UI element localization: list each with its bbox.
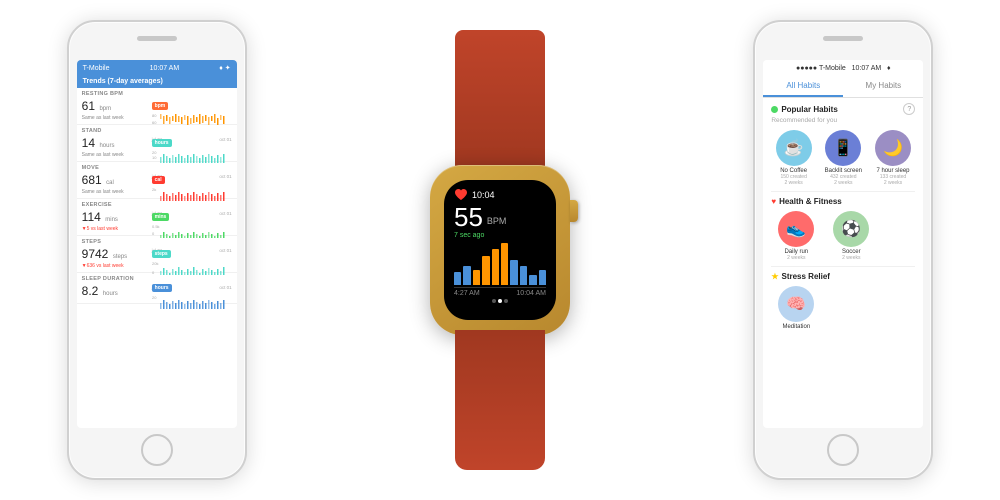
star-icon: ★ [771,272,778,281]
soccer-icon: ⚽ [841,219,861,239]
watch-bpm: 55 [454,204,483,230]
svg-text:20: 20 [152,295,157,300]
tab-all-habits[interactable]: All Habits [763,76,843,97]
habit-daily-run[interactable]: 👟 Daily run 2 weeks [771,211,821,261]
metric-chart-stand: hours 20 10 [152,131,232,155]
metric-value: 61 [82,99,95,113]
habit-7-hour-sleep[interactable]: 🌙 7 hour sleep 133 created 2 weeks [871,130,916,186]
watch-strap-bottom [455,330,545,470]
health-habits-grid: 👟 Daily run 2 weeks ⚽ Soccer 2 weeks [763,208,923,266]
habits-tabs[interactable]: All Habits My Habits [763,76,923,98]
right-phone-screen: ●●●●● T-Mobile 10:07 AM ♦ All Habits My … [763,60,923,428]
power-button [931,122,933,162]
right-phone: ●●●●● T-Mobile 10:07 AM ♦ All Habits My … [753,20,933,480]
metric-move: MOVE 681 cal Same as last week cal 2k [77,162,237,199]
carrier-label: T-Mobile [83,65,110,72]
watch-time-start: 4:27 AM [454,290,480,297]
status-icons: ♦ ✦ [219,64,230,72]
watch-body: 10:04 55 BPM 7 sec ago [430,165,570,335]
green-dot-icon [771,106,778,113]
popular-habits-sub: Recommended for you [763,117,923,127]
svg-text:60: 60 [152,120,157,125]
watch-bar [473,270,480,285]
heart-icon: ♥ [771,197,776,206]
svg-text:0: 0 [152,231,155,236]
volume-button [753,102,755,132]
watch-assembly: 10:04 55 BPM 7 sec ago [430,165,570,335]
svg-text:10: 10 [152,155,157,160]
left-phone: T-Mobile 10:07 AM ♦ ✦ Trends (7-day aver… [67,20,247,480]
heart-rate-icon [454,188,468,202]
metric-chart-steps: steps 20k 0 [152,242,232,266]
trends-header: Trends (7-day averages) [77,76,237,88]
no-coffee-icon: ☕ [784,138,804,158]
backlit-screen-icon: 📱 [833,138,853,158]
watch-bar [482,256,489,285]
popular-habits-header: Popular Habits ? [763,98,923,117]
metric-exercise: EXERCISE 114 mins ▼5 vs last week mins 0… [77,199,237,236]
watch-bar [520,266,527,285]
popular-habits-grid: ☕ No Coffee 150 created 2 weeks 📱 Backli… [763,127,923,191]
watch-sync-label: 7 sec ago [454,232,546,239]
watch-time: 10:04 [472,190,495,200]
metric-resting-bpm: RESTING BPM 61 bpm Same as last week bpm… [77,88,237,125]
watch-time-end: 10:04 AM [516,290,546,297]
watch-strap-top [455,30,545,170]
svg-text:80: 80 [152,113,157,118]
watch-bar [501,243,508,285]
habit-backlit-screen[interactable]: 📱 Backlit screen 432 created 2 weeks [821,130,866,186]
metric-chart-sleep: hours 20 [152,276,232,300]
status-bar-right: ●●●●● T-Mobile 10:07 AM ♦ [763,60,923,76]
power-button [245,122,247,162]
metric-steps: STEPS 9742 steps ▼636 vs last week steps… [77,236,237,273]
watch-bar [510,260,517,285]
time-label: 10:07 AM [150,65,180,72]
metric-sleep: SLEEP DURATION 8.2 hours hours 20 [77,273,237,304]
run-icon: 👟 [786,219,806,239]
tab-my-habits[interactable]: My Habits [843,76,923,97]
habit-meditation[interactable]: 🧠 Meditation [771,286,821,330]
stress-habits-grid: 🧠 Meditation [763,283,923,335]
watch-bar [529,275,536,286]
watch-bar [454,272,461,285]
metric-stand: STAND 14 hours Same as last week hours 2… [77,125,237,162]
status-bar: T-Mobile 10:07 AM ♦ ✦ [77,60,237,76]
watch-bpm-unit: BPM [487,216,507,226]
svg-text:2k: 2k [152,187,156,192]
meditation-icon: 🧠 [786,294,806,314]
watch-container: 10:04 55 BPM 7 sec ago [380,20,620,480]
svg-text:0: 0 [152,270,155,275]
health-fitness-header: ♥ Health & Fitness [763,192,923,208]
stress-relief-header: ★ Stress Relief [763,267,923,283]
popular-habits-title: Popular Habits [781,105,837,114]
svg-text:20k: 20k [152,261,158,266]
stress-relief-title: Stress Relief [781,272,829,281]
trends-title: Trends (7-day averages) [83,78,163,85]
svg-text:0.5k: 0.5k [152,224,160,229]
watch-bar [539,270,546,285]
watch-screen: 10:04 55 BPM 7 sec ago [444,180,556,320]
watch-bar [492,249,499,285]
health-fitness-title: Health & Fitness [779,197,842,206]
habit-no-coffee[interactable]: ☕ No Coffee 150 created 2 weeks [771,130,816,186]
metric-chart-bpm: bpm 80 60 [152,94,232,118]
metric-chart-exercise: mins 0.5k 0 [152,205,232,229]
habit-soccer[interactable]: ⚽ Soccer 2 weeks [826,211,876,261]
left-phone-screen: T-Mobile 10:07 AM ♦ ✦ Trends (7-day aver… [77,60,237,428]
sleep-icon: 🌙 [883,138,903,158]
watch-crown [570,200,578,222]
metric-chart-move: cal 2k [152,168,232,192]
volume-button [67,102,69,132]
watch-bar-chart [454,243,546,285]
info-button[interactable]: ? [903,103,915,115]
watch-bar [463,266,470,285]
